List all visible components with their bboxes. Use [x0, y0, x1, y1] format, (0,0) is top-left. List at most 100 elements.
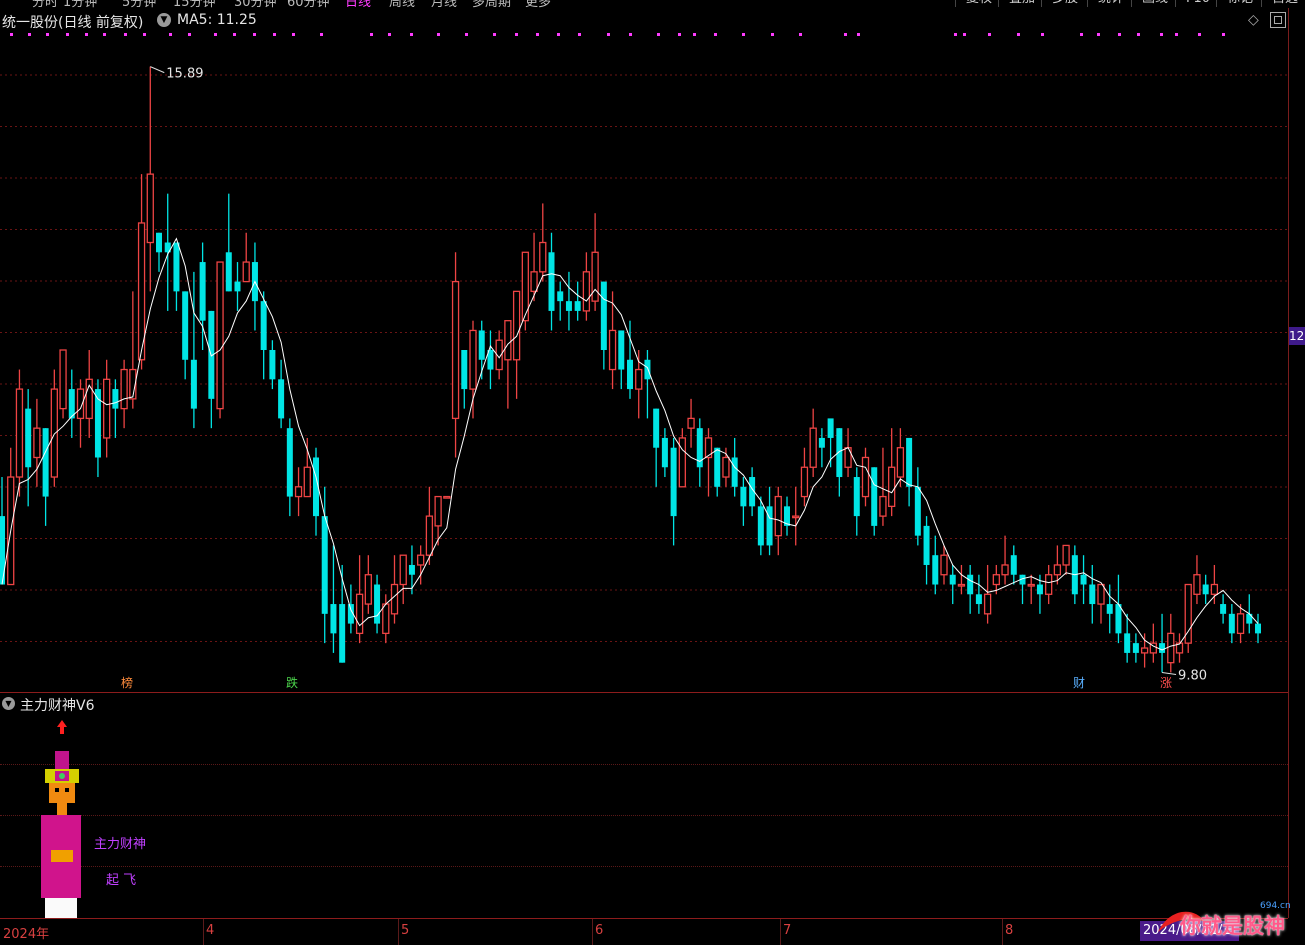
candlestick-chart[interactable]: 15.89 9.80: [0, 8, 1288, 692]
candle-body-down: [1115, 604, 1122, 634]
ma5-line: [1, 237, 1259, 651]
signal-dot: [742, 33, 745, 36]
x-tick: [398, 919, 399, 945]
candle-body-down: [731, 457, 738, 487]
price-axis: [1288, 8, 1305, 918]
period-tab-4[interactable]: 30分钟: [234, 0, 277, 8]
candle-body-down: [923, 525, 930, 565]
toolbar-button-4[interactable]: 画线: [1131, 0, 1178, 7]
candle-body-down: [25, 408, 32, 468]
candle-body-down: [182, 291, 189, 360]
period-tab-10[interactable]: 更多: [525, 0, 551, 8]
candle-body-down: [967, 574, 974, 595]
candle-body-down: [827, 418, 834, 438]
candle-body-up: [364, 574, 372, 605]
candle-body-down: [906, 437, 913, 487]
figure-eye-left: [55, 788, 59, 792]
candle-body-up: [120, 368, 128, 410]
period-tab-3[interactable]: 15分钟: [173, 0, 216, 8]
window-restore-icon[interactable]: [1270, 12, 1286, 28]
signal-dot: [292, 33, 295, 36]
period-tab-6[interactable]: 日线: [345, 0, 371, 8]
x-label-2024: 2024年: [3, 927, 50, 942]
badge-die[interactable]: 跌: [284, 675, 300, 691]
chart-title: 统一股份(日线 前复权): [2, 15, 144, 31]
candle-body-up: [1027, 583, 1035, 587]
signal-dot: [124, 33, 127, 36]
signal-dot: [1198, 33, 1201, 36]
period-tab-2[interactable]: 5分钟: [122, 0, 156, 8]
period-tab-5[interactable]: 60分钟: [287, 0, 330, 8]
signal-dot: [10, 33, 13, 36]
badge-bang[interactable]: 榜: [119, 675, 135, 691]
period-tab-9[interactable]: 多周期: [472, 0, 511, 8]
candle-body-down: [173, 242, 180, 292]
badge-die-text: 跌: [285, 676, 298, 690]
candle-body-down: [1228, 613, 1235, 634]
chevron-down-icon[interactable]: ▼: [157, 13, 171, 27]
signal-dot: [46, 33, 49, 36]
candle-body-up: [469, 329, 477, 390]
candle-body-down: [627, 359, 633, 390]
signal-dot: [1097, 33, 1100, 36]
candle-body-down: [156, 232, 162, 253]
signal-dot: [1175, 33, 1178, 36]
candle-body-up: [896, 447, 905, 478]
candle-body-down: [1106, 604, 1113, 614]
toolbar-button-0[interactable]: 复权: [955, 0, 1002, 7]
figure-gem: [59, 773, 65, 779]
signal-dot: [771, 33, 774, 36]
signal-dot: [233, 33, 236, 36]
x-label-jul: 7: [783, 923, 792, 938]
candle-body-up: [983, 593, 992, 615]
candle-body-down: [112, 389, 119, 409]
candle-body-up: [1193, 574, 1201, 595]
toolbar-button-2[interactable]: 多股: [1041, 0, 1088, 7]
candle-body-down: [1159, 643, 1166, 653]
candle-body-down: [1220, 604, 1227, 614]
signal-dot: [578, 33, 581, 36]
candle-body-down: [286, 428, 293, 497]
price-tag: 12: [1289, 327, 1305, 345]
toolbar-button-6[interactable]: 标记: [1216, 0, 1263, 7]
candle-body-down: [670, 447, 677, 517]
candle-body-up: [1001, 564, 1009, 576]
candle-body-up: [390, 583, 399, 615]
candle-body-up: [103, 378, 111, 439]
signal-dot: [103, 33, 106, 36]
period-tab-8[interactable]: 月线: [431, 0, 457, 8]
candle-body-up: [382, 603, 390, 635]
signal-dot: [437, 33, 440, 36]
period-tab-7[interactable]: 周线: [389, 0, 415, 8]
signal-dot: [1137, 33, 1140, 36]
diamond-icon[interactable]: ◇: [1248, 12, 1264, 28]
toolbar-button-5[interactable]: F10: [1175, 0, 1220, 7]
signal-dot: [28, 33, 31, 36]
candle-body-down: [1036, 584, 1043, 595]
period-tab-0[interactable]: 分时: [32, 0, 58, 8]
signal-dot: [188, 33, 191, 36]
badge-bang-text: 榜: [120, 676, 133, 690]
qifei-label: 起 飞: [106, 873, 137, 888]
signal-dot: [320, 33, 323, 36]
candle-body-down: [1080, 574, 1087, 585]
candle-body-down: [1089, 584, 1096, 605]
signal-dot: [629, 33, 632, 36]
candle-body-down: [757, 506, 764, 546]
candle-body-down: [661, 437, 668, 468]
low-label: 9.80: [1178, 668, 1207, 683]
candle-body-down: [1202, 584, 1209, 595]
candle-body-down: [1255, 623, 1261, 634]
candle-body-up: [888, 466, 896, 507]
signal-dot: [515, 33, 518, 36]
signal-dot: [657, 33, 660, 36]
toolbar-button-3[interactable]: 统计: [1087, 0, 1134, 7]
badge-cai[interactable]: 财: [1071, 675, 1087, 691]
candle-body-up: [861, 456, 870, 498]
badge-zhang[interactable]: 涨: [1158, 675, 1174, 691]
toolbar-button-7[interactable]: 自选: [1261, 0, 1305, 7]
toolbar-button-1[interactable]: 叠加: [998, 0, 1045, 7]
signal-dot: [169, 33, 172, 36]
period-tab-1[interactable]: 1分钟: [63, 0, 97, 8]
candle-body-up: [844, 447, 852, 468]
